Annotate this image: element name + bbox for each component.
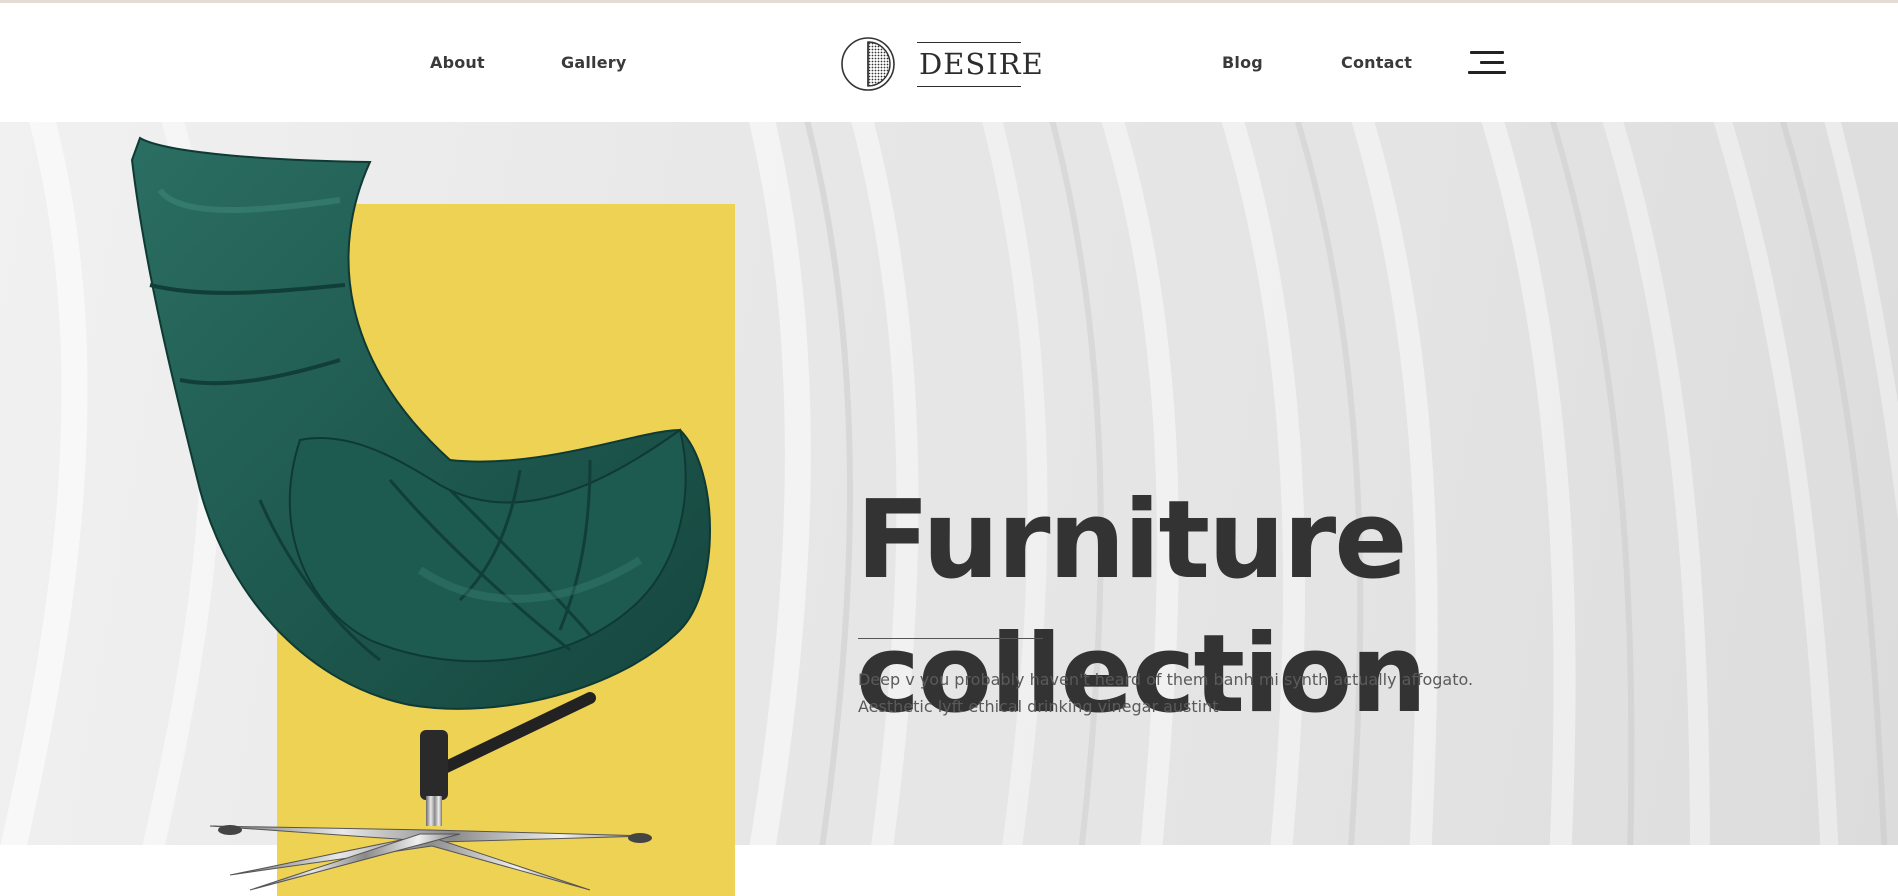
logo-bottom-rule xyxy=(917,86,1021,87)
nav-link-blog[interactable]: Blog xyxy=(1222,53,1263,73)
hamburger-menu-icon[interactable] xyxy=(1468,51,1506,83)
site-header: About Gallery DESIRE Blog Contact xyxy=(0,3,1898,122)
logo-wordmark: DESIRE xyxy=(919,47,1044,81)
headline-line-1: Furniture xyxy=(856,478,1407,603)
description-line-1: Deep v you probably haven't heard of the… xyxy=(858,670,1474,689)
description-line-2: Aesthetic lyft ethical drinking vinegar … xyxy=(858,697,1219,716)
site-logo[interactable]: DESIRE xyxy=(841,36,1043,92)
logo-mark-icon xyxy=(841,37,895,91)
hamburger-line xyxy=(1470,51,1504,54)
nav-link-contact[interactable]: Contact xyxy=(1341,53,1412,73)
hamburger-line xyxy=(1468,71,1506,74)
hero-description: Deep v you probably haven't heard of the… xyxy=(858,666,1498,720)
logo-top-rule xyxy=(917,42,1021,43)
hamburger-line xyxy=(1480,61,1504,64)
page: About Gallery DESIRE Blog Contact Furnit… xyxy=(0,0,1898,896)
nav-link-about[interactable]: About xyxy=(430,53,485,73)
hero-chair-image xyxy=(130,136,711,891)
nav-link-gallery[interactable]: Gallery xyxy=(561,53,626,73)
headline-divider xyxy=(858,638,1043,639)
